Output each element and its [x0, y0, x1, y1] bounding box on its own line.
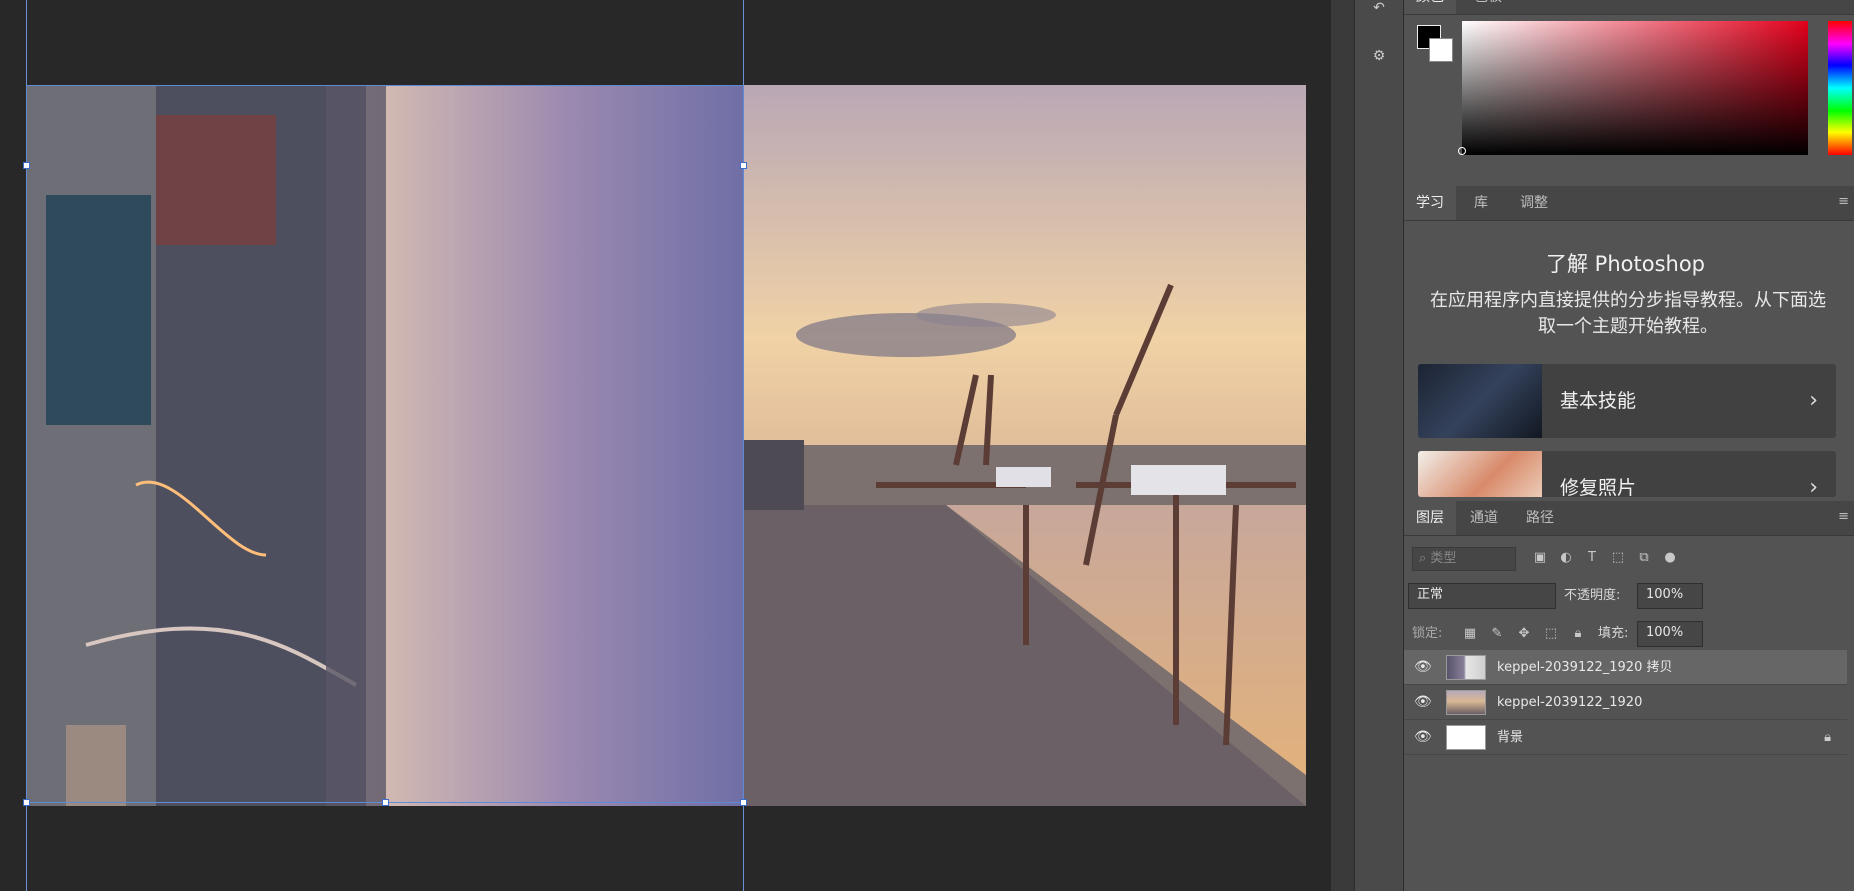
transform-handle-bottom-right[interactable] — [740, 799, 747, 806]
type-icon[interactable]: T — [1583, 549, 1601, 567]
right-panels: 颜色 色板 学习 库 调整 ≡ 了解 Photoshop 在应用程序内直接提供的… — [1403, 0, 1854, 891]
layer-thumbnail — [1446, 655, 1486, 680]
learn-panel-menu-icon[interactable]: ≡ — [1838, 194, 1849, 209]
adjustment-icon[interactable]: ◐ — [1557, 549, 1575, 567]
transform-handle-left[interactable] — [23, 162, 30, 169]
lock-move-icon[interactable]: ✥ — [1515, 625, 1533, 643]
transform-handle-bottom-left[interactable] — [23, 799, 30, 806]
opacity-label: 不透明度: — [1564, 588, 1621, 603]
eye-icon[interactable]: 👁︎ — [1414, 659, 1432, 675]
tab-channels[interactable]: 通道 — [1458, 501, 1510, 535]
canvas-scrollbar[interactable] — [1331, 0, 1354, 891]
layer-filter-text: 类型 — [1430, 551, 1457, 566]
smart-object-icon[interactable]: ⧉ — [1635, 549, 1653, 567]
learn-panel-tabbar: 学习 库 调整 ≡ — [1404, 186, 1854, 221]
tab-paths[interactable]: 路径 — [1514, 501, 1566, 535]
transform-handle-bottom-center[interactable] — [382, 799, 389, 806]
learn-card-fix-photo[interactable]: 修复照片 › — [1418, 451, 1836, 497]
panel-icon-strip: ↶ ⚙ — [1354, 0, 1403, 891]
lock-artboard-icon[interactable]: ⬚ — [1542, 625, 1560, 643]
blend-mode-select[interactable]: 正常 — [1408, 583, 1556, 609]
image-icon[interactable]: ▣ — [1531, 549, 1549, 567]
toggle-dot-icon[interactable]: ● — [1661, 549, 1679, 567]
transform-handle-right[interactable] — [740, 162, 747, 169]
opacity-input[interactable]: 100% — [1637, 583, 1703, 609]
layer-name[interactable]: 背景 — [1497, 720, 1523, 755]
layer-name[interactable]: keppel-2039122_1920 — [1497, 685, 1642, 720]
color-picker-field[interactable] — [1462, 21, 1808, 155]
hue-slider[interactable] — [1828, 21, 1852, 155]
properties-icon[interactable]: ⚙ — [1355, 48, 1403, 64]
lock-label: 锁定: — [1412, 626, 1443, 641]
tab-adjustments[interactable]: 调整 — [1508, 186, 1560, 220]
tab-libraries[interactable]: 库 — [1462, 186, 1500, 220]
chevron-right-icon: › — [1809, 475, 1818, 497]
transform-bounding-box[interactable] — [26, 85, 744, 803]
learn-card-basic-skills[interactable]: 基本技能 › — [1418, 364, 1836, 438]
learn-description: 在应用程序内直接提供的分步指导教程。从下面选取一个主题开始教程。 — [1430, 290, 1826, 337]
history-icon[interactable]: ↶ — [1355, 0, 1403, 16]
document-canvas[interactable] — [0, 0, 1331, 891]
tab-layers[interactable]: 图层 — [1404, 501, 1456, 535]
layer-thumbnail — [1446, 725, 1486, 750]
tab-color[interactable]: 颜色 — [1404, 0, 1456, 14]
layers-panel-menu-icon[interactable]: ≡ — [1838, 509, 1849, 524]
learn-card-label: 修复照片 — [1560, 477, 1637, 497]
layer-filter-dropdown[interactable]: ⌕ 类型 — [1412, 547, 1516, 571]
lock-icon: 🔒︎ — [1824, 730, 1831, 745]
color-picker-marker[interactable] — [1458, 147, 1466, 155]
layer-name[interactable]: keppel-2039122_1920 拷贝 — [1497, 650, 1672, 685]
layer-row[interactable]: 👁︎ keppel-2039122_1920 — [1404, 685, 1847, 720]
eye-icon[interactable]: 👁︎ — [1414, 694, 1432, 710]
fill-label: 填充: — [1598, 626, 1629, 641]
fill-input[interactable]: 100% — [1637, 621, 1703, 647]
layers-panel-tabbar: 图层 通道 路径 ≡ — [1404, 501, 1854, 536]
lock-transparent-icon[interactable]: ▦ — [1461, 625, 1479, 643]
tab-learn[interactable]: 学习 — [1404, 186, 1456, 220]
lock-all-icon[interactable]: 🔒︎ — [1569, 625, 1587, 643]
learn-card-thumbnail — [1418, 451, 1542, 497]
eye-icon[interactable]: 👁︎ — [1414, 729, 1432, 745]
layer-row[interactable]: 👁︎ 背景 🔒︎ — [1404, 720, 1847, 755]
lock-paint-icon[interactable]: ✎ — [1488, 625, 1506, 643]
chevron-right-icon: › — [1809, 388, 1818, 413]
learn-title: 了解 Photoshop — [1545, 252, 1705, 276]
background-color-swatch[interactable] — [1429, 38, 1453, 62]
learn-card-label: 基本技能 — [1560, 390, 1637, 412]
color-panel-tabbar: 颜色 色板 — [1404, 0, 1854, 15]
shape-icon[interactable]: ⬚ — [1609, 549, 1627, 567]
layer-row[interactable]: 👁︎ keppel-2039122_1920 拷贝 — [1404, 650, 1847, 685]
layer-thumbnail — [1446, 690, 1486, 715]
learn-card-thumbnail — [1418, 364, 1542, 438]
tab-swatches[interactable]: 色板 — [1462, 0, 1514, 14]
